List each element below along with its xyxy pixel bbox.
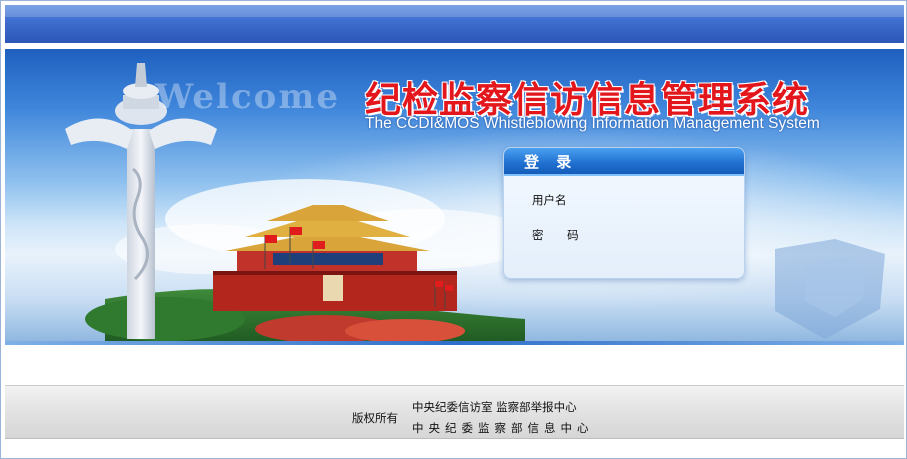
footer: 版权所有 中央纪委信访室 监察部举报中心 中央纪委监察部信息中心	[5, 385, 904, 439]
banner-bottom-stripe	[5, 341, 904, 345]
copyright-label: 版权所有	[352, 411, 398, 425]
login-title: 登 录	[524, 153, 578, 171]
top-band	[5, 5, 904, 43]
page-frame: Welcome 纪检监察信访信息管理系统 The CCDI&MOS Whistl…	[0, 0, 907, 459]
login-header: 登 录	[504, 148, 744, 176]
system-title-en: The CCDI&MOS Whistleblowing Information …	[365, 115, 820, 132]
password-input[interactable]	[600, 224, 724, 244]
username-input[interactable]	[600, 189, 724, 209]
login-panel: 登 录 用户名 密 码	[503, 147, 745, 279]
footer-org-line2: 中央纪委监察部信息中心	[412, 421, 594, 435]
password-label: 密 码	[532, 228, 589, 242]
footer-org-line1: 中央纪委信访室 监察部举报中心	[412, 400, 577, 414]
welcome-watermark: Welcome	[155, 77, 340, 117]
username-label: 用户名	[532, 193, 567, 207]
welcome-banner: Welcome 纪检监察信访信息管理系统 The CCDI&MOS Whistl…	[5, 49, 904, 343]
